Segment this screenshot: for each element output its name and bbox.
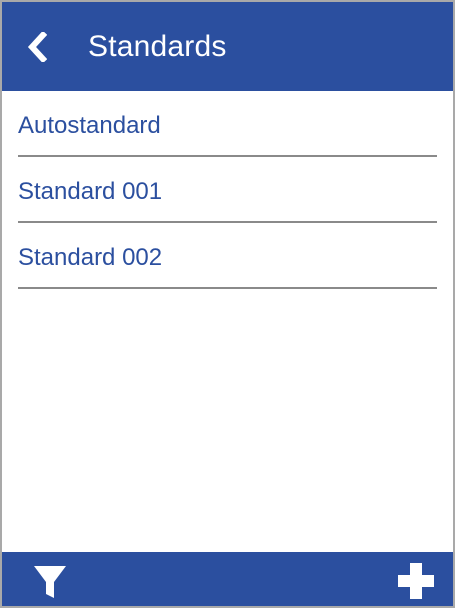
header-bar: Standards xyxy=(2,2,453,91)
filter-button[interactable] xyxy=(30,562,70,602)
list-item-label: Autostandard xyxy=(18,112,161,139)
divider xyxy=(18,287,437,289)
plus-icon xyxy=(398,563,434,599)
page-title: Standards xyxy=(88,29,227,63)
chevron-left-icon xyxy=(27,31,47,62)
footer-bar xyxy=(2,552,453,606)
back-button[interactable] xyxy=(14,2,60,91)
filter-icon xyxy=(34,566,66,598)
app-screen: Standards Autostandard Standard 001 Stan… xyxy=(0,0,455,608)
add-button[interactable] xyxy=(395,560,437,602)
list-item-autostandard[interactable]: Autostandard xyxy=(2,91,453,157)
list-item-standard-001[interactable]: Standard 001 xyxy=(2,157,453,223)
list-item-label: Standard 002 xyxy=(18,244,163,271)
standards-list: Autostandard Standard 001 Standard 002 xyxy=(2,91,453,289)
list-item-label: Standard 001 xyxy=(18,178,163,205)
list-item-standard-002[interactable]: Standard 002 xyxy=(2,223,453,289)
